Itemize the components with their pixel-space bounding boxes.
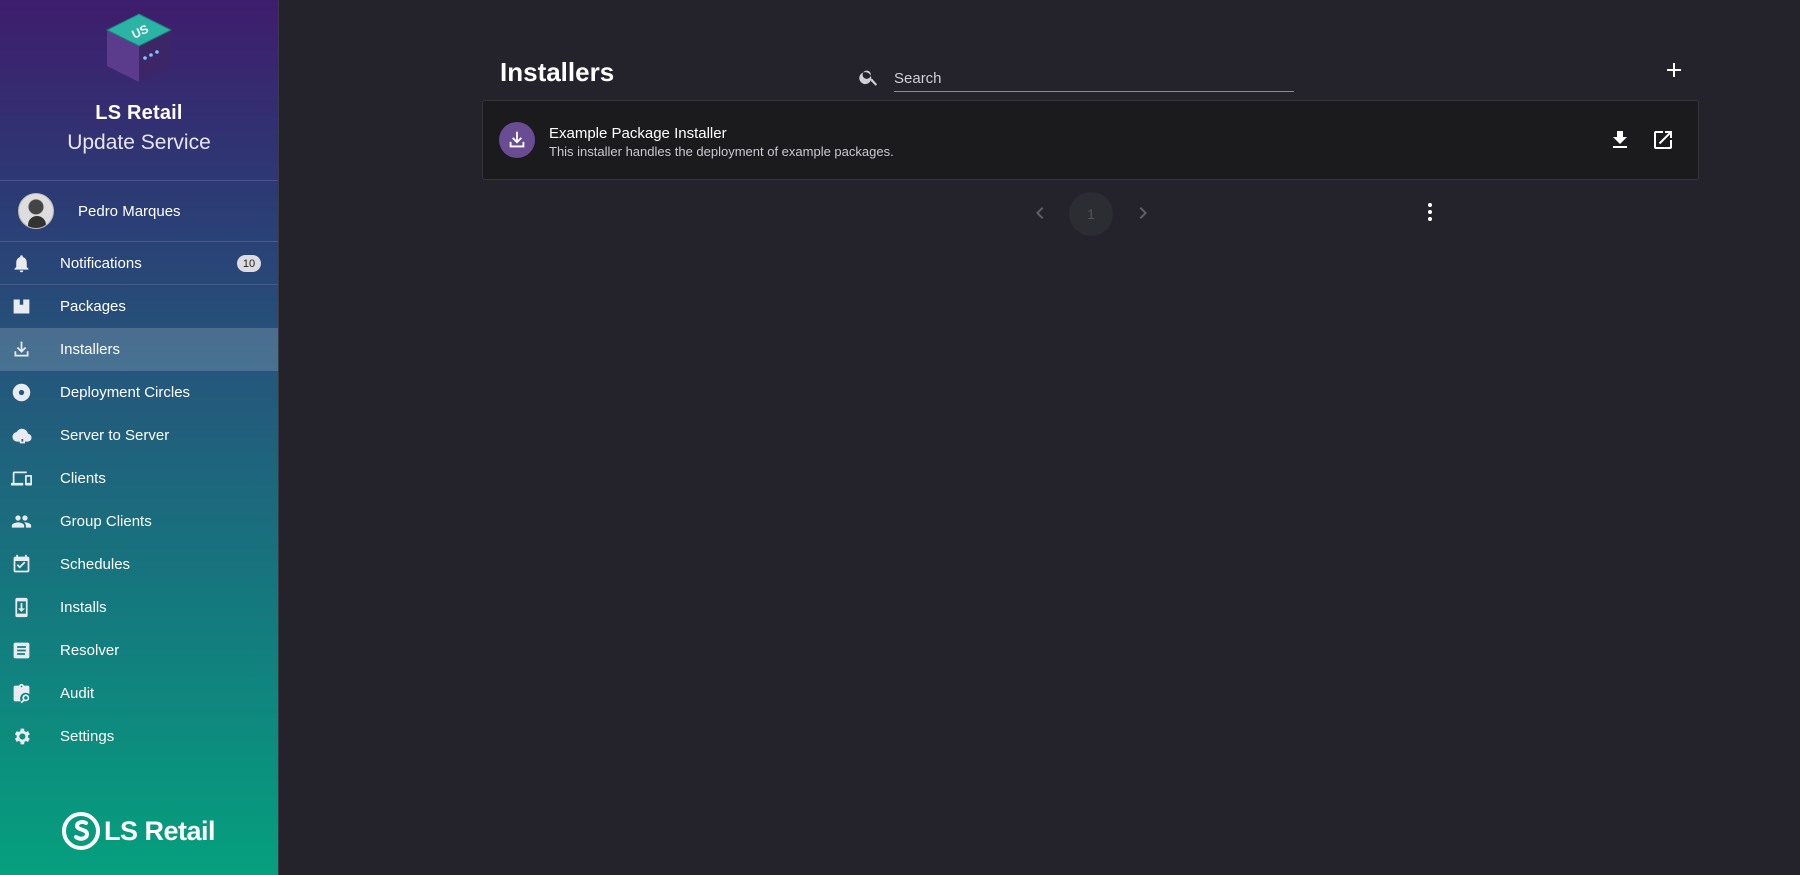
document-icon	[10, 640, 32, 662]
disc-icon	[10, 382, 32, 404]
sidebar-item-schedules[interactable]: Schedules	[0, 543, 278, 586]
search-icon	[859, 70, 878, 86]
chevron-right-icon	[1139, 207, 1147, 219]
group-icon	[10, 511, 32, 533]
bell-icon	[10, 252, 32, 274]
more-options-button[interactable]	[1418, 200, 1442, 224]
brand-title: LS Retail	[95, 102, 183, 124]
ls-retail-footer-logo: LS Retail	[62, 812, 216, 850]
package-icon	[10, 296, 32, 318]
add-icon[interactable]	[1662, 58, 1686, 82]
chevron-left-icon	[1036, 207, 1044, 219]
user-profile[interactable]: Pedro Marques	[0, 180, 278, 242]
open-external-button[interactable]	[1651, 128, 1675, 152]
installer-list-item[interactable]: Example Package Installer This installer…	[482, 100, 1699, 180]
sidebar-item-server-to-server[interactable]: Server to Server	[0, 414, 278, 457]
sidebar-item-label: Installers	[60, 341, 121, 358]
sidebar-item-label: Clients	[60, 470, 106, 487]
sidebar-item-label: Audit	[60, 685, 95, 702]
sidebar-item-clients[interactable]: Clients	[0, 457, 278, 500]
gear-icon	[10, 726, 32, 748]
download-icon	[1613, 131, 1627, 148]
sidebar-item-label: Server to Server	[60, 427, 170, 444]
avatar	[18, 193, 54, 229]
sidebar-item-installs[interactable]: Installs	[0, 586, 278, 629]
sidebar-item-settings[interactable]: Settings	[0, 715, 278, 758]
us-cube-logo: US	[105, 13, 173, 82]
current-page-indicator[interactable]: 1	[1069, 192, 1113, 236]
previous-page-button[interactable]	[1028, 201, 1052, 225]
ls-swirl-icon	[62, 812, 100, 850]
install-device-icon	[10, 597, 32, 619]
cloud-icon	[10, 425, 32, 447]
sidebar-item-group-clients[interactable]: Group Clients	[0, 500, 278, 543]
installer-name: Example Package Installer	[549, 125, 727, 142]
sidebar-item-notifications[interactable]: Notifications 10	[0, 242, 278, 285]
sidebar-item-label: Resolver	[60, 642, 120, 659]
footer-logo-text: LS Retail	[104, 815, 216, 846]
user-name: Pedro Marques	[78, 202, 181, 220]
sidebar-item-label: Settings	[60, 728, 115, 745]
notifications-badge: 10	[237, 255, 261, 272]
sidebar-item-label: Packages	[60, 298, 126, 315]
download-button[interactable]	[1608, 128, 1632, 152]
installer-icon	[499, 122, 535, 158]
installer-description: This installer handles the deployment of…	[549, 144, 894, 159]
next-page-button[interactable]	[1131, 201, 1155, 225]
sidebar-item-installers[interactable]: Installers	[0, 328, 278, 371]
sidebar-item-resolver[interactable]: Resolver	[0, 629, 278, 672]
sidebar-nav: Notifications 10 Packages Installers Dep…	[0, 242, 278, 758]
sidebar: US LS Retail Update Service Pedro Marque…	[0, 0, 279, 875]
sidebar-item-label: Deployment Circles	[60, 384, 191, 401]
page-title: Installers	[500, 57, 615, 87]
open-in-new-icon	[1654, 131, 1672, 149]
sidebar-item-label: Schedules	[60, 556, 131, 573]
devices-icon	[10, 468, 32, 490]
sidebar-item-packages[interactable]: Packages	[0, 285, 278, 328]
sidebar-item-label: Group Clients	[60, 513, 152, 530]
brand-subtitle: Update Service	[67, 131, 211, 154]
sidebar-item-label: Notifications	[60, 254, 142, 272]
sidebar-item-audit[interactable]: Audit	[0, 672, 278, 715]
more-vertical-icon	[1428, 203, 1432, 221]
search-input[interactable]	[894, 66, 1294, 92]
sidebar-item-deployment-circles[interactable]: Deployment Circles	[0, 371, 278, 414]
download-icon	[10, 339, 32, 361]
download-icon	[509, 131, 525, 148]
sidebar-item-label: Installs	[60, 599, 107, 616]
brand: US LS Retail Update Service	[0, 0, 278, 180]
audit-icon	[10, 683, 32, 705]
calendar-check-icon	[10, 554, 32, 576]
